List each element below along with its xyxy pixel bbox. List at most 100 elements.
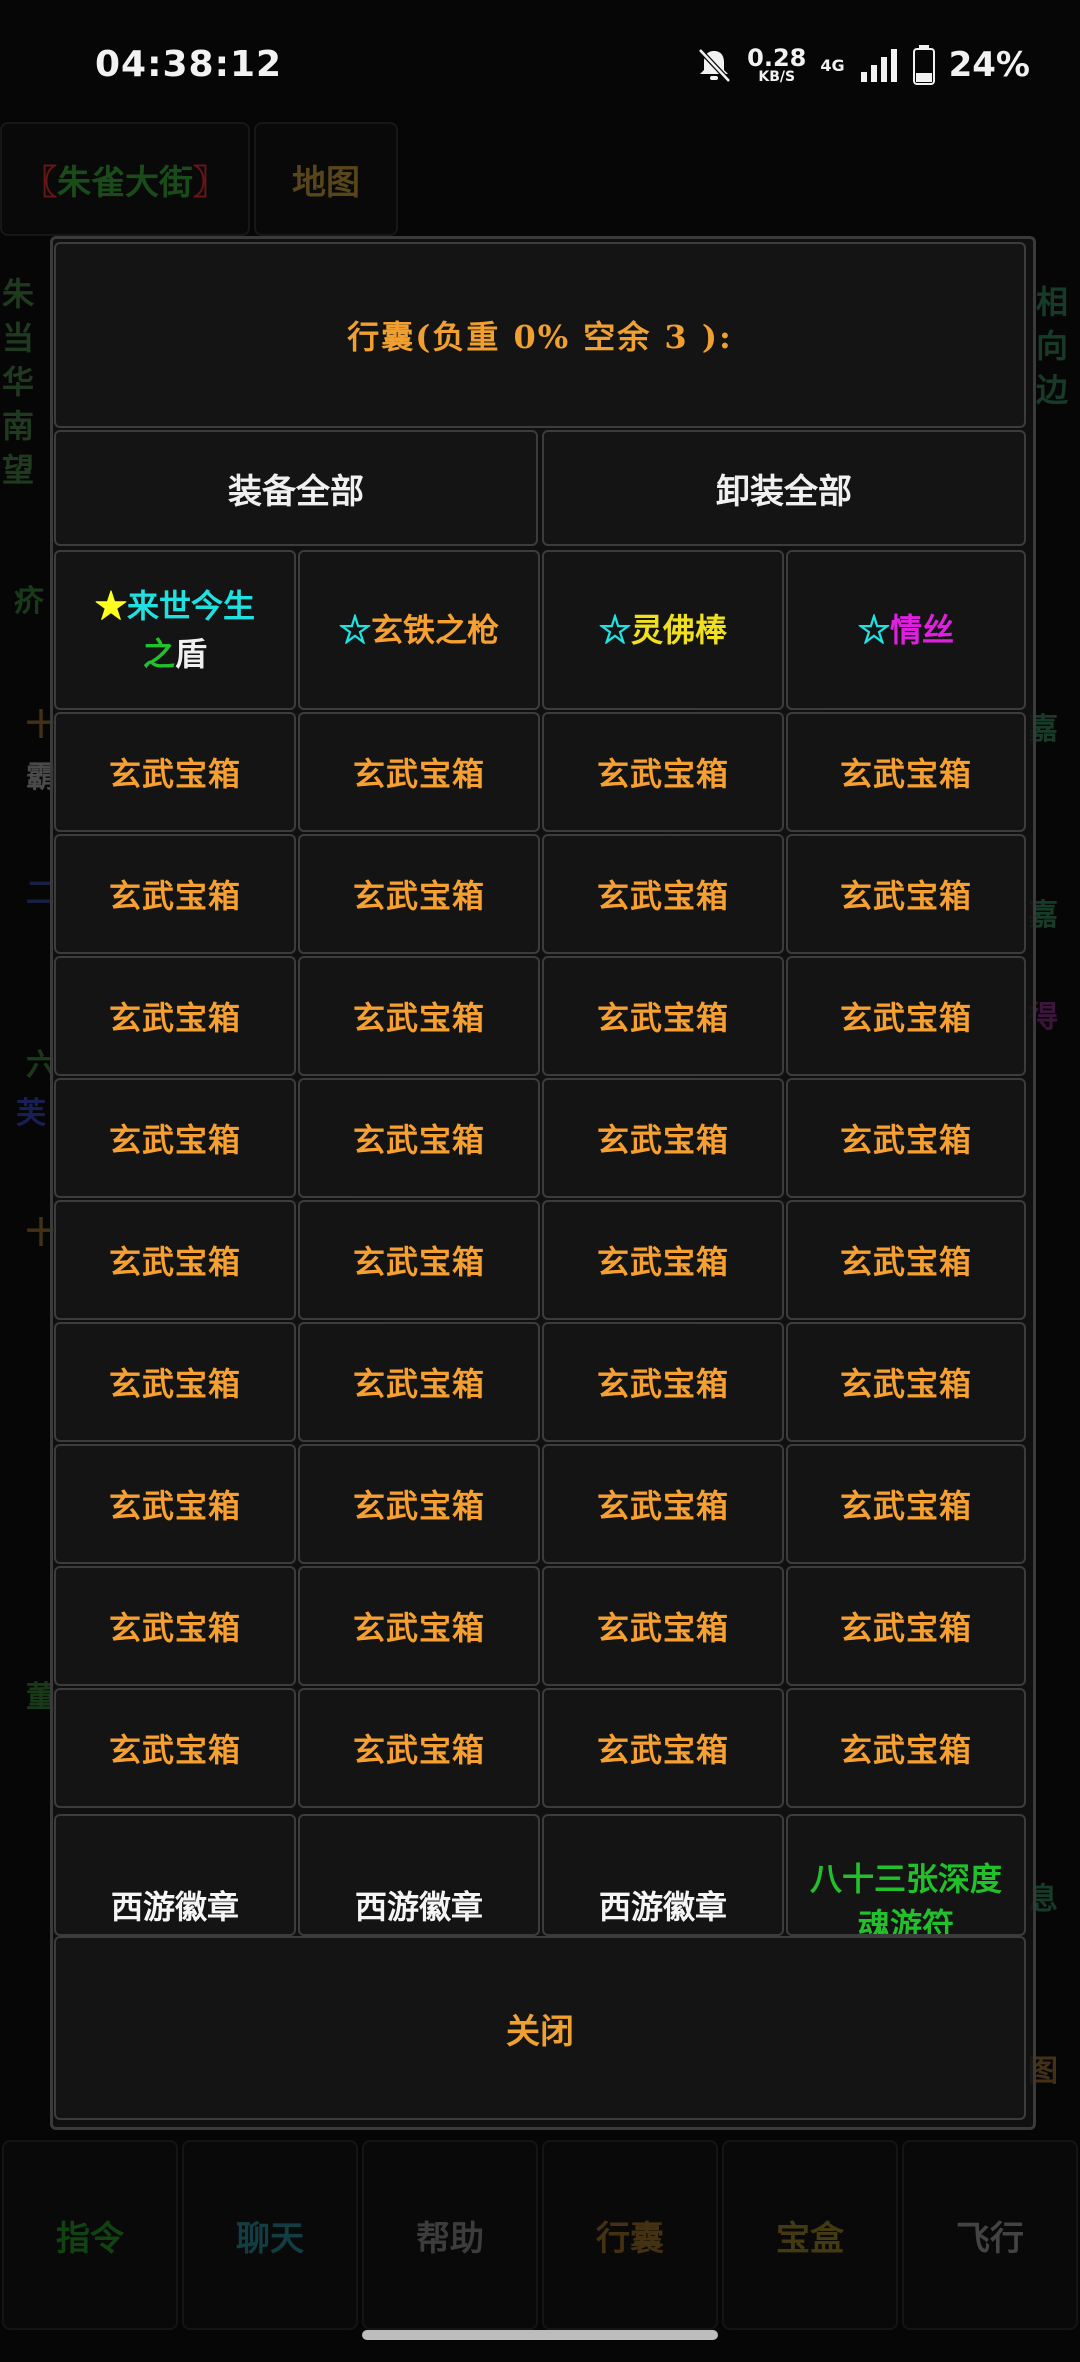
treasure-box-item[interactable]: 玄武宝箱 [786,834,1026,954]
treasure-box-item[interactable]: 玄武宝箱 [786,1688,1026,1808]
treasure-box-label: 玄武宝箱 [352,877,485,915]
treasure-box-item[interactable]: 玄武宝箱 [298,834,540,954]
treasure-box-label: 玄武宝箱 [352,1731,485,1769]
treasure-box-item[interactable]: 玄武宝箱 [786,1200,1026,1320]
equipped-item-spear[interactable]: ☆玄铁之枪 [298,550,540,710]
item-name-part: 盾 [175,635,208,673]
equipped-item-label: ★来世今生 之盾 [95,582,255,678]
item-name-part: 情丝 [890,611,955,649]
network-speed-value: 0.28 [747,44,807,72]
treasure-box-label: 玄武宝箱 [596,1731,729,1769]
treasure-box-item[interactable]: 玄武宝箱 [786,1444,1026,1564]
treasure-box-item[interactable]: 玄武宝箱 [298,1078,540,1198]
treasure-box-label: 玄武宝箱 [108,1609,241,1647]
home-indicator[interactable] [362,2330,718,2340]
treasure-box-label: 玄武宝箱 [596,1243,729,1281]
treasure-box-label: 玄武宝箱 [596,755,729,793]
treasure-box-item[interactable]: 玄武宝箱 [298,1444,540,1564]
close-button[interactable]: 关闭 [54,1936,1026,2120]
treasure-box-item[interactable]: 玄武宝箱 [786,1078,1026,1198]
treasure-box-item[interactable]: 玄武宝箱 [54,1444,296,1564]
status-time: 04:38:12 [95,44,283,85]
treasure-box-label: 玄武宝箱 [108,877,241,915]
mute-bell-icon [698,48,731,83]
treasure-box-item[interactable]: 玄武宝箱 [542,1444,784,1564]
equipped-star-icon: ★ [94,587,127,625]
treasure-box-label: 玄武宝箱 [839,1609,972,1647]
treasure-box-item[interactable]: 玄武宝箱 [298,956,540,1076]
equipped-item-label: ☆灵佛棒 [599,606,727,654]
equipped-item-staff[interactable]: ☆灵佛棒 [542,550,784,710]
treasure-box-label: 玄武宝箱 [108,1121,241,1159]
badge-item-label: 西游徽章 [110,1888,239,1926]
treasure-box-item[interactable]: 玄武宝箱 [54,956,296,1076]
status-bar: 04:38:12 0.28 KB/S 4G 24% [0,0,1080,130]
item-name-part: 来世今生 [127,587,256,625]
treasure-box-item[interactable]: 玄武宝箱 [542,834,784,954]
equipped-item-silk[interactable]: ☆情丝 [786,550,1026,710]
treasure-box-item[interactable]: 玄武宝箱 [298,1566,540,1686]
treasure-box-label: 玄武宝箱 [352,1365,485,1403]
badge-item[interactable]: 西游徽章 [298,1814,540,1936]
equipped-item-label: ☆情丝 [858,606,954,654]
treasure-box-item[interactable]: 玄武宝箱 [786,1322,1026,1442]
treasure-box-label: 玄武宝箱 [839,1731,972,1769]
treasure-box-label: 玄武宝箱 [596,1609,729,1647]
item-name-part: 玄铁之枪 [371,611,500,649]
treasure-box-label: 玄武宝箱 [839,877,972,915]
unequipped-star-icon: ☆ [857,611,890,649]
treasure-box-label: 玄武宝箱 [839,1243,972,1281]
network-speed: 0.28 KB/S [747,46,806,84]
treasure-box-item[interactable]: 玄武宝箱 [786,1566,1026,1686]
equip-all-button[interactable]: 装备全部 [54,430,538,546]
treasure-box-label: 玄武宝箱 [596,877,729,915]
treasure-box-item[interactable]: 玄武宝箱 [542,712,784,832]
treasure-box-item[interactable]: 玄武宝箱 [54,1688,296,1808]
badge-item[interactable]: 西游徽章 [542,1814,784,1936]
status-icons: 0.28 KB/S 4G 24% [695,40,1030,90]
treasure-box-label: 玄武宝箱 [839,1365,972,1403]
unequip-all-button[interactable]: 卸装全部 [542,430,1026,546]
inventory-title: 行囊(负重 0% 空余 3 ): [54,242,1026,428]
treasure-box-item[interactable]: 玄武宝箱 [542,956,784,1076]
treasure-box-item[interactable]: 玄武宝箱 [298,1688,540,1808]
treasure-box-item[interactable]: 玄武宝箱 [54,712,296,832]
treasure-box-item[interactable]: 玄武宝箱 [298,1200,540,1320]
battery-percent: 24% [948,45,1030,85]
treasure-box-item[interactable]: 玄武宝箱 [542,1566,784,1686]
talisman-item[interactable]: 八十三张深度魂游符 [786,1814,1026,1936]
treasure-box-label: 玄武宝箱 [352,755,485,793]
equipped-item-shield[interactable]: ★来世今生 之盾 [54,550,296,710]
treasure-box-label: 玄武宝箱 [839,755,972,793]
equipped-item-label: ☆玄铁之枪 [339,606,499,654]
badge-item-label: 西游徽章 [354,1888,483,1926]
treasure-box-item[interactable]: 玄武宝箱 [542,1078,784,1198]
treasure-box-label: 玄武宝箱 [839,999,972,1037]
treasure-box-item[interactable]: 玄武宝箱 [786,956,1026,1076]
treasure-box-label: 玄武宝箱 [108,1731,241,1769]
close-label: 关闭 [506,2011,574,2052]
signal-icon [860,49,897,82]
treasure-box-label: 玄武宝箱 [108,1487,241,1525]
treasure-box-label: 玄武宝箱 [596,1121,729,1159]
treasure-box-item[interactable]: 玄武宝箱 [298,712,540,832]
treasure-box-item[interactable]: 玄武宝箱 [54,1078,296,1198]
treasure-box-item[interactable]: 玄武宝箱 [54,834,296,954]
badge-item[interactable]: 西游徽章 [54,1814,296,1936]
treasure-box-item[interactable]: 玄武宝箱 [542,1688,784,1808]
treasure-box-item[interactable]: 玄武宝箱 [786,712,1026,832]
treasure-box-item[interactable]: 玄武宝箱 [542,1322,784,1442]
treasure-box-label: 玄武宝箱 [108,1365,241,1403]
treasure-box-item[interactable]: 玄武宝箱 [54,1566,296,1686]
treasure-box-item[interactable]: 玄武宝箱 [54,1200,296,1320]
unequipped-star-icon: ☆ [338,611,371,649]
treasure-box-item[interactable]: 玄武宝箱 [54,1322,296,1442]
treasure-box-item[interactable]: 玄武宝箱 [298,1322,540,1442]
treasure-box-label: 玄武宝箱 [108,755,241,793]
unequipped-star-icon: ☆ [598,611,631,649]
item-name-part: 灵佛棒 [631,611,728,649]
treasure-box-label: 玄武宝箱 [352,1609,485,1647]
talisman-item-label: 八十三张深度魂游符 [809,1860,1002,1936]
treasure-box-item[interactable]: 玄武宝箱 [542,1200,784,1320]
treasure-box-label: 玄武宝箱 [108,999,241,1037]
